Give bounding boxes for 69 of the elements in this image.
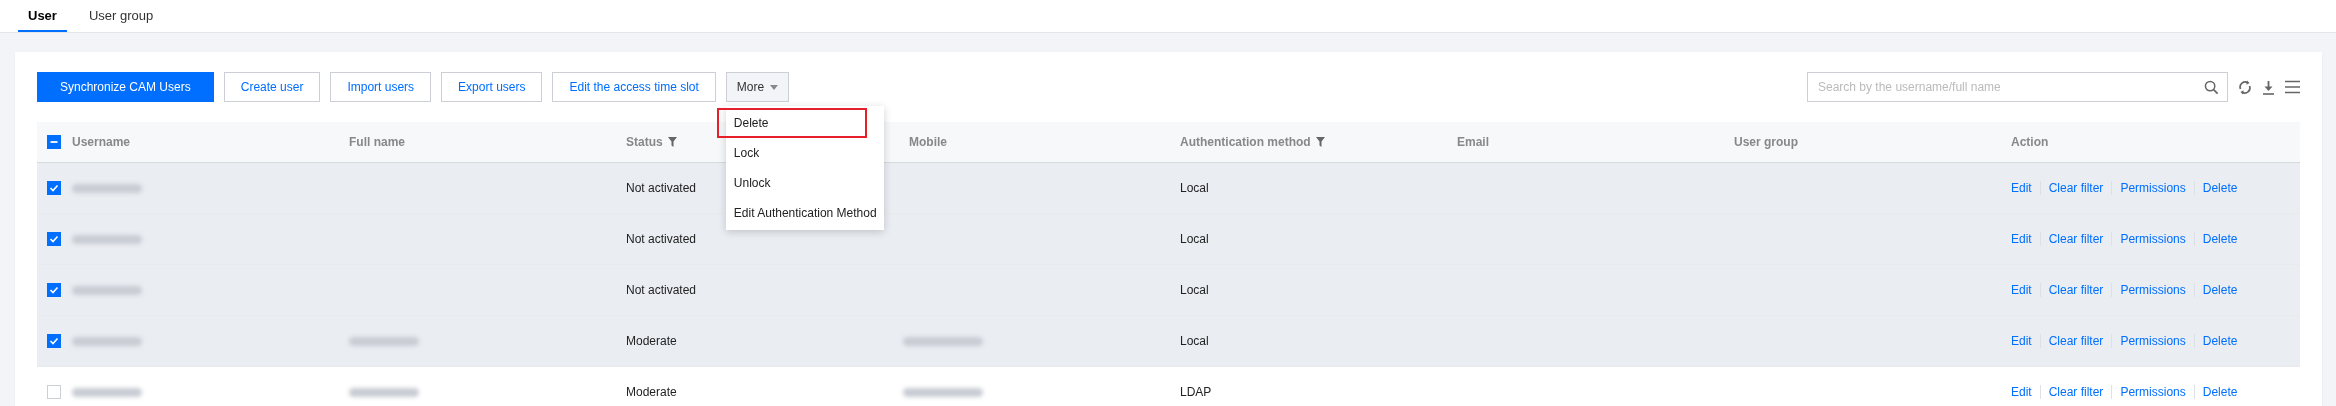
table-cell: Moderate bbox=[626, 385, 677, 399]
toolbar-button[interactable]: Synchronize CAM Users bbox=[37, 72, 214, 102]
toolbar-button[interactable]: More bbox=[725, 72, 790, 102]
action-link[interactable]: Delete bbox=[2202, 232, 2238, 246]
tab[interactable]: User bbox=[18, 0, 67, 32]
action-link[interactable]: Permissions bbox=[2120, 334, 2186, 348]
table-cell: Local bbox=[1180, 181, 1209, 195]
check-icon bbox=[49, 183, 59, 193]
table-cell: Local bbox=[1180, 232, 1209, 246]
column-header: Action bbox=[2011, 135, 2049, 149]
column-header: User group bbox=[1734, 135, 1798, 149]
search-icon[interactable] bbox=[2204, 80, 2219, 95]
action-link[interactable]: Delete bbox=[2202, 334, 2238, 348]
search-field[interactable]: Search by the username/full name bbox=[1807, 72, 2228, 102]
column-header: Email bbox=[1457, 135, 1489, 149]
checkbox[interactable] bbox=[47, 135, 61, 149]
download-icon[interactable] bbox=[2262, 79, 2275, 95]
filter-icon[interactable] bbox=[1315, 137, 1325, 147]
action-link[interactable]: Permissions bbox=[2120, 283, 2186, 297]
action-link[interactable]: Clear filter bbox=[2048, 334, 2104, 348]
table-row[interactable]: Moderate Local Edit Clear filter Permissions Delete bbox=[37, 316, 2300, 367]
action-link[interactable]: Permissions bbox=[2120, 232, 2186, 246]
action-link[interactable]: Permissions bbox=[2120, 181, 2186, 195]
table-cell: Local bbox=[1180, 283, 1209, 297]
column-header: Authentication method bbox=[1180, 135, 1311, 149]
table-cell: Local bbox=[1180, 334, 1209, 348]
action-link[interactable]: Edit bbox=[2011, 334, 2032, 348]
column-header: Status bbox=[626, 135, 663, 149]
column-header: Username bbox=[72, 135, 131, 149]
toolbar-button[interactable]: Export users bbox=[441, 72, 543, 102]
check-icon bbox=[49, 234, 59, 244]
action-link[interactable]: Clear filter bbox=[2048, 385, 2104, 399]
column-header: Mobile bbox=[909, 135, 947, 149]
action-link[interactable]: Clear filter bbox=[2048, 232, 2104, 246]
checkbox[interactable] bbox=[47, 232, 61, 246]
menu-item[interactable]: Lock bbox=[733, 146, 760, 160]
toolbar-button[interactable]: Import users bbox=[330, 72, 432, 102]
action-link[interactable]: Clear filter bbox=[2048, 181, 2104, 195]
caret-icon bbox=[770, 84, 779, 90]
checkbox[interactable] bbox=[47, 334, 61, 348]
action-link[interactable]: Permissions bbox=[2120, 385, 2186, 399]
action-link[interactable]: Edit bbox=[2011, 283, 2032, 297]
action-link[interactable]: Clear filter bbox=[2048, 283, 2104, 297]
table-cell: Not activated bbox=[626, 232, 697, 246]
action-link[interactable]: Delete bbox=[2202, 283, 2238, 297]
action-link[interactable]: Edit bbox=[2011, 181, 2032, 195]
action-link[interactable]: Delete bbox=[2202, 181, 2238, 195]
refresh-icon[interactable] bbox=[2238, 79, 2252, 95]
toolbar-button[interactable]: Create user bbox=[223, 72, 321, 102]
table-cell: Moderate bbox=[626, 334, 677, 348]
check-icon bbox=[49, 336, 59, 346]
toolbar-button[interactable]: Edit the access time slot bbox=[552, 72, 716, 102]
checkbox[interactable] bbox=[47, 283, 61, 297]
column-header: Full name bbox=[349, 135, 405, 149]
menu-icon[interactable] bbox=[2285, 80, 2300, 94]
tab[interactable]: User group bbox=[78, 0, 164, 32]
filter-icon[interactable] bbox=[667, 137, 677, 147]
checkbox[interactable] bbox=[47, 181, 61, 195]
table-row[interactable]: Not activated Local Edit Clear filter Permissions Delete bbox=[37, 265, 2300, 316]
menu-item[interactable]: Unlock bbox=[733, 176, 771, 190]
table-row[interactable]: Moderate LDAP Edit Clear filter Permissions Delete bbox=[37, 367, 2300, 406]
menu-item[interactable]: Delete bbox=[733, 116, 769, 130]
action-link[interactable]: Delete bbox=[2202, 385, 2238, 399]
table-cell: Not activated bbox=[626, 181, 697, 195]
table-cell: LDAP bbox=[1180, 385, 1212, 399]
action-link[interactable]: Edit bbox=[2011, 232, 2032, 246]
check-icon bbox=[49, 285, 59, 295]
table-cell: Not activated bbox=[626, 283, 697, 297]
action-link[interactable]: Edit bbox=[2011, 385, 2032, 399]
